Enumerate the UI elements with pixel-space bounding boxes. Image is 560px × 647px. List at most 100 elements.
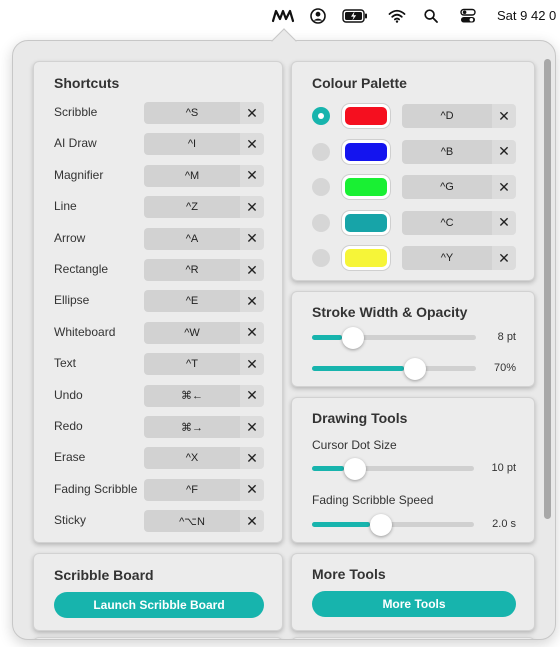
- shortcut-label: Text: [54, 356, 77, 371]
- cursor-dot-size-label: Cursor Dot Size: [312, 438, 397, 452]
- shortcut-row: Undo ⌘← ✕: [54, 384, 266, 407]
- colour-shortcut-key-field[interactable]: ^C: [402, 210, 492, 235]
- colour-radio[interactable]: [312, 107, 330, 125]
- shortcut-label: Whiteboard: [54, 324, 116, 339]
- clear-shortcut-icon[interactable]: ✕: [240, 353, 264, 376]
- shortcut-key-field[interactable]: ^A: [144, 227, 240, 250]
- clear-shortcut-icon[interactable]: ✕: [240, 510, 264, 533]
- shortcut-key-field[interactable]: ^E: [144, 290, 240, 313]
- clear-shortcut-icon[interactable]: ✕: [240, 102, 264, 124]
- clear-shortcut-icon[interactable]: ✕: [240, 321, 264, 344]
- clear-shortcut-icon[interactable]: ✕: [240, 478, 264, 501]
- colour-radio[interactable]: [312, 249, 330, 267]
- clear-shortcut-icon[interactable]: ✕: [240, 259, 264, 281]
- shortcut-key-field[interactable]: ^R: [144, 259, 240, 281]
- stroke-title: Stroke Width & Opacity: [312, 304, 468, 320]
- clear-shortcut-icon[interactable]: ✕: [240, 196, 264, 219]
- shortcut-key-field[interactable]: ^T: [144, 353, 240, 376]
- opacity-value: 70%: [493, 362, 516, 374]
- opacity-slider[interactable]: 70%: [312, 358, 517, 380]
- clear-colour-shortcut-icon[interactable]: ✕: [492, 175, 516, 199]
- palette-row: ^D ✕: [312, 104, 522, 128]
- colour-shortcut-key-field[interactable]: ^Y: [402, 246, 492, 270]
- shortcut-label: Redo: [54, 419, 83, 433]
- slider-thumb[interactable]: [341, 327, 364, 349]
- shortcut-key-field[interactable]: ^I: [144, 133, 240, 156]
- user-circle-icon[interactable]: [308, 6, 328, 26]
- clear-colour-shortcut-icon[interactable]: ✕: [492, 104, 516, 128]
- settings-popover: Shortcuts Scribble ^S ✕ AI Draw ^I ✕ Magnifier…: [12, 40, 556, 640]
- next-panel-left: [33, 637, 283, 639]
- shortcut-row: Scribble ^S ✕: [54, 102, 266, 124]
- colour-radio[interactable]: [312, 178, 330, 196]
- shortcut-row: Sticky ^⌥N ✕: [54, 510, 266, 533]
- clear-shortcut-icon[interactable]: ✕: [240, 416, 264, 438]
- palette-row: ^G ✕: [312, 175, 522, 199]
- more-tools-button[interactable]: More Tools: [312, 591, 516, 617]
- more-tools-title: More Tools: [312, 566, 386, 582]
- clear-shortcut-icon[interactable]: ✕: [240, 290, 264, 313]
- slider-thumb[interactable]: [403, 358, 426, 380]
- shortcut-label: Scribble: [54, 105, 98, 119]
- shortcut-row: Line ^Z ✕: [54, 196, 266, 219]
- clear-colour-shortcut-icon[interactable]: ✕: [492, 139, 516, 164]
- shortcut-row: Text ^T ✕: [54, 353, 266, 376]
- shortcut-label: Ellipse: [54, 293, 90, 308]
- clear-shortcut-icon[interactable]: ✕: [240, 133, 264, 156]
- scrollbar[interactable]: [544, 59, 551, 519]
- shortcut-key-field[interactable]: ^Z: [144, 196, 240, 219]
- shortcut-row: Erase ^X ✕: [54, 447, 266, 470]
- shortcut-key-field[interactable]: ⌘→: [144, 416, 240, 438]
- shortcut-row: Arrow ^A ✕: [54, 227, 266, 250]
- shortcut-key-field[interactable]: ^M: [144, 164, 240, 187]
- search-icon[interactable]: [421, 6, 441, 26]
- shortcuts-panel: Shortcuts Scribble ^S ✕ AI Draw ^I ✕ Magnifier…: [33, 61, 283, 543]
- slider-thumb[interactable]: [344, 458, 367, 480]
- clear-shortcut-icon[interactable]: ✕: [240, 227, 264, 250]
- colour-radio[interactable]: [312, 142, 330, 161]
- colour-swatch[interactable]: [342, 210, 390, 235]
- wifi-icon[interactable]: [386, 6, 408, 26]
- colour-swatch[interactable]: [342, 139, 390, 164]
- clear-shortcut-icon[interactable]: ✕: [240, 164, 264, 187]
- slider-fill: [312, 522, 371, 527]
- drawing-tools-panel: Drawing Tools Cursor Dot Size 10 pt Fadi…: [291, 397, 535, 543]
- colour-radio[interactable]: [312, 213, 330, 232]
- clear-colour-shortcut-icon[interactable]: ✕: [492, 210, 516, 235]
- cursor-dot-size-slider[interactable]: 10 pt: [312, 458, 517, 480]
- shortcut-row: Magnifier ^M ✕: [54, 164, 266, 187]
- cursor-dot-size-value: 10 pt: [491, 462, 516, 474]
- colour-swatch[interactable]: [342, 246, 390, 270]
- shortcut-label: Arrow: [54, 230, 86, 245]
- slider-fill: [312, 466, 345, 471]
- launch-scribble-board-button[interactable]: Launch Scribble Board: [54, 592, 264, 618]
- control-center-icon[interactable]: [458, 6, 478, 26]
- palette-row: ^C ✕: [312, 210, 522, 235]
- clear-shortcut-icon[interactable]: ✕: [240, 447, 264, 470]
- shortcut-key-field[interactable]: ^S: [144, 102, 240, 124]
- stroke-width-slider[interactable]: 8 pt: [312, 327, 517, 349]
- colour-shortcut-key-field[interactable]: ^D: [402, 104, 492, 128]
- shortcut-key-field[interactable]: ^W: [144, 321, 240, 344]
- shortcut-key-field[interactable]: ⌘←: [144, 384, 240, 407]
- menubar-clock[interactable]: Sat 9 42 0: [497, 8, 556, 23]
- scribble-board-title: Scribble Board: [54, 567, 154, 583]
- scribble-app-icon[interactable]: [270, 6, 296, 26]
- colour-shortcut-key-field[interactable]: ^B: [402, 139, 492, 164]
- colour-palette-panel: Colour Palette ^D ✕ ^B ✕ ^G ✕ ^C ✕ ^Y ✕: [291, 61, 535, 281]
- clear-colour-shortcut-icon[interactable]: ✕: [492, 246, 516, 270]
- slider-thumb[interactable]: [370, 514, 393, 536]
- colour-shortcut-key-field[interactable]: ^G: [402, 175, 492, 199]
- shortcut-label: Line: [54, 199, 77, 214]
- shortcut-key-field[interactable]: ^F: [144, 478, 240, 501]
- shortcut-key-field[interactable]: ^⌥N: [144, 510, 240, 533]
- clear-shortcut-icon[interactable]: ✕: [240, 384, 264, 407]
- shortcut-label: Fading Scribble: [54, 481, 138, 496]
- shortcut-key-field[interactable]: ^X: [144, 447, 240, 470]
- shortcut-row: Ellipse ^E ✕: [54, 290, 266, 313]
- fading-scribble-speed-slider[interactable]: 2.0 s: [312, 514, 517, 536]
- battery-charging-icon[interactable]: [341, 6, 369, 26]
- colour-swatch[interactable]: [342, 104, 390, 128]
- colour-swatch[interactable]: [342, 175, 390, 199]
- shortcut-row: AI Draw ^I ✕: [54, 133, 266, 156]
